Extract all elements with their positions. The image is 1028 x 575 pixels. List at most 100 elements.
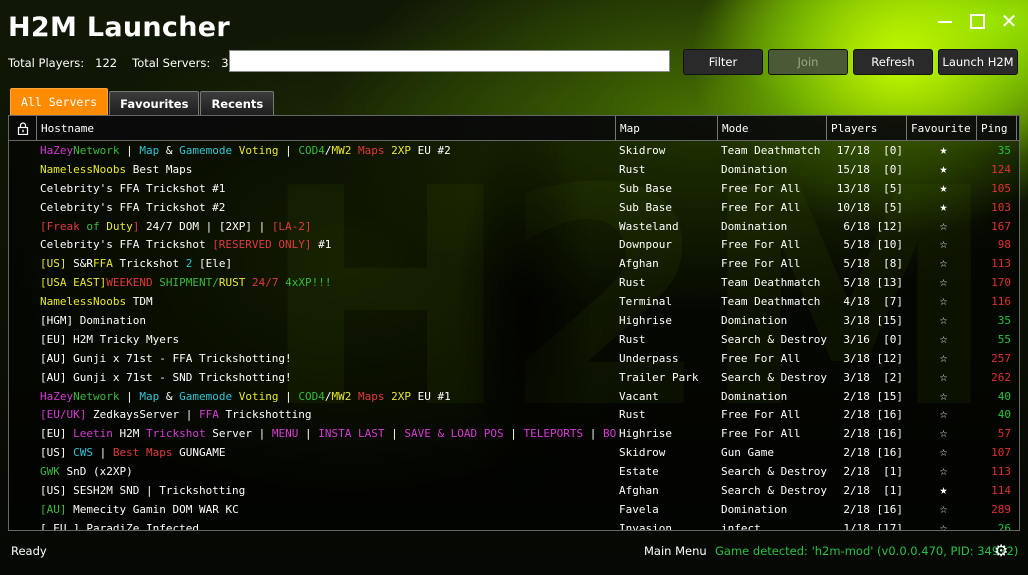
star-filled-icon[interactable]: ★ [907,200,977,215]
cell-ping: 55 [997,332,1011,346]
hostname-segment: Maps [357,143,385,157]
star-outline-icon[interactable]: ☆ [907,351,977,366]
join-button[interactable]: Join [768,49,848,75]
search-input[interactable] [229,50,670,72]
tab-recents[interactable]: Recents [200,91,275,115]
star-outline-icon[interactable]: ☆ [907,426,977,441]
column-header-mode[interactable]: Mode [718,116,827,140]
cell-ping: 116 [991,295,1011,309]
star-outline-icon[interactable]: ☆ [907,294,977,309]
star-outline-icon[interactable]: ☆ [907,313,977,328]
star-filled-icon[interactable]: ★ [907,162,977,177]
table-row[interactable]: [EU] H2M Tricky Myers Rust Search & Destro… [9,330,1019,349]
hostname-segment: Gamemode [179,389,233,403]
hostname-segment: Map [139,143,160,157]
table-row[interactable]: [ EU ] ParadiZe Infected Invasion infect 1/… [9,519,1019,531]
hostname-segment: [US] [40,257,74,271]
table-row[interactable]: Celebrity's FFA Trickshot [RESERVED ONLY… [9,235,1019,254]
cell-players: 1/18 [17] [843,521,903,531]
hostname-segment: [RESERVED ONLY] [212,238,312,252]
hostname-segment: COD4 [298,143,325,157]
star-outline-icon[interactable]: ☆ [907,464,977,479]
table-row[interactable]: GWK SnD (x2XP) Estate Search & Destroy 2/18… [9,462,1019,481]
table-row[interactable]: [AU] Gunji x 71st - FFA Trickshotting! Un… [9,349,1019,368]
hostname-segment: HaZey [40,143,74,157]
column-header-ping[interactable]: Ping [977,116,1017,140]
star-outline-icon[interactable]: ☆ [907,389,977,404]
table-row[interactable]: [AU] Memecity Gamin DOM WAR KC Favela Domi… [9,500,1019,519]
star-outline-icon[interactable]: ☆ [907,332,977,347]
cell-hostname: Celebrity's FFA Trickshot #1 [37,182,616,195]
hostname-segment: Trickshot [119,257,186,271]
hostname-segment: [US] SESH2M SND | Trickshotting [40,483,246,497]
table-row[interactable]: NamelessNoobs TDM Terminal Team Deathmatch… [9,292,1019,311]
cell-ping: 167 [991,219,1011,233]
table-row[interactable]: NamelessNoobs Best Maps Rust Domination 15/… [9,160,1019,179]
cell-players: 2/18 [16] [843,502,903,516]
star-outline-icon[interactable]: ☆ [907,219,977,234]
table-row[interactable]: Celebrity's FFA Trickshot #2 Sub Base Free… [9,198,1019,217]
column-header-map[interactable]: Map [616,116,718,140]
table-row[interactable]: [USA EAST]WEEKEND SHIPMENT/RUST 24/7 4xX… [9,273,1019,292]
table-row[interactable]: HaZeyNetwork | Map & Gamemode Voting | C… [9,141,1019,160]
tab-all-servers[interactable]: All Servers [10,88,109,115]
star-outline-icon[interactable]: ☆ [907,502,977,517]
cell-map: Rust [619,276,646,290]
cell-map: Sub Base [619,181,672,195]
star-outline-icon[interactable]: ☆ [907,370,977,385]
table-row[interactable]: [Freak of Duty] 24/7 DOM | [2XP] | [LA-2… [9,217,1019,236]
table-row[interactable]: Celebrity's FFA Trickshot #1 Sub Base Free… [9,179,1019,198]
star-outline-icon[interactable]: ☆ [907,521,977,530]
hostname-segment: of [86,219,107,233]
cell-mode: Search & Destroy [721,483,827,497]
star-filled-icon[interactable]: ★ [907,143,977,158]
table-row[interactable]: [AU] Gunji x 71st - SND Trickshotting! Tr… [9,368,1019,387]
hostname-segment: EU #1 [410,389,451,403]
table-row[interactable]: [US] SESH2M SND | Trickshotting Afghan Sea… [9,481,1019,500]
star-outline-icon[interactable]: ☆ [907,407,977,422]
close-icon[interactable]: ✕ [1000,11,1018,31]
cell-mode: Domination [721,502,788,516]
star-outline-icon[interactable]: ☆ [907,237,977,252]
star-filled-icon[interactable]: ★ [907,483,977,498]
table-row[interactable]: [US] CWS | Best Maps GUNGAME Skidrow Gun G… [9,443,1019,462]
column-header-hostname[interactable]: Hostname [37,116,616,140]
hostname-segment: FFA [93,257,120,271]
tab-favourites[interactable]: Favourites [109,91,200,115]
hostname-segment: Celebrity's FFA Trickshot [40,238,213,252]
cell-mode: Team Deathmatch [721,143,821,157]
gear-icon[interactable]: ⚙ [994,541,1008,560]
filter-button[interactable]: Filter [683,49,763,75]
column-header-lock[interactable] [9,116,37,140]
hostname-segment: TDM [126,295,153,309]
column-header-favourite[interactable]: Favourite [907,116,977,140]
table-row[interactable]: [EU] Leetin H2M Trickshot Server | MENU … [9,424,1019,443]
hostname-segment: Duty [106,219,133,233]
table-row[interactable]: HaZeyNetwork | Map & Gamemode Voting | C… [9,387,1019,406]
hostname-segment: & [159,389,180,403]
cell-ping: 98 [997,238,1011,252]
table-row[interactable]: [HGM] Domination Highrise Domination 3/18 [… [9,311,1019,330]
table-row[interactable]: [EU/UK] ZedkaysServer | FFA Trickshottin… [9,405,1019,424]
cell-map: Trailer Park [619,370,699,384]
refresh-button[interactable]: Refresh [853,49,933,75]
minimize-icon[interactable] [936,12,954,30]
table-row[interactable]: [US] S&RFFA Trickshot 2 [Ele] Afghan Free … [9,254,1019,273]
hostname-segment: Celebrity's FFA Trickshot #1 [40,181,226,195]
cell-hostname: [EU/UK] ZedkaysServer | FFA Trickshottin… [37,408,616,421]
launch-h2m-button[interactable]: Launch H2M [938,49,1018,75]
star-filled-icon[interactable]: ★ [907,181,977,196]
hostname-segment: H2M [112,427,146,441]
star-outline-icon[interactable]: ☆ [907,445,977,460]
server-stats: Total Players: 122 Total Servers: 327 [8,56,249,70]
hostname-segment: Memecity Gamin DOM WAR KC [66,502,239,516]
star-outline-icon[interactable]: ☆ [907,256,977,271]
cell-hostname: [USA EAST]WEEKEND SHIPMENT/RUST 24/7 4xX… [37,276,616,289]
hostname-segment: [AU] [40,502,67,516]
column-header-players[interactable]: Players [827,116,907,140]
cell-mode: Free For All [721,427,801,441]
maximize-icon[interactable] [968,12,986,30]
hostname-segment: [EU] H2M Tricky Myers [40,332,180,346]
star-outline-icon[interactable]: ☆ [907,275,977,290]
cell-players: 2/18 [15] [843,389,903,403]
